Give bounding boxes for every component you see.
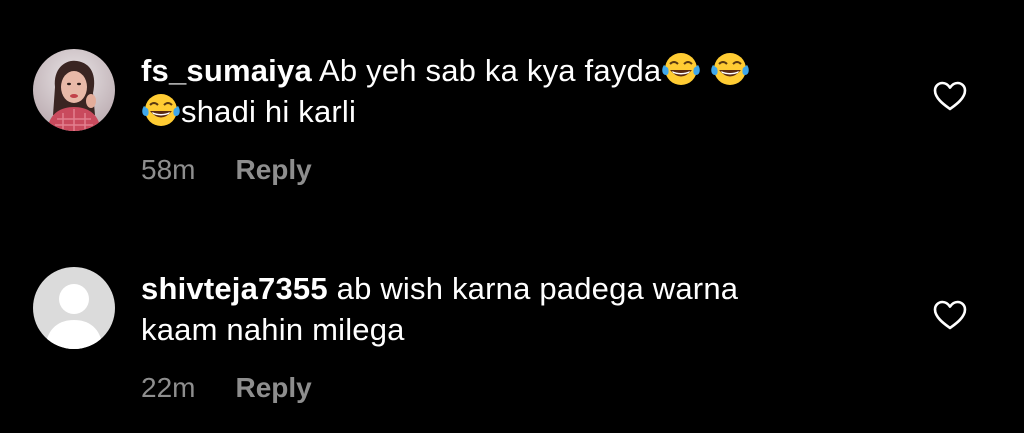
avatar[interactable] [33,267,115,349]
comment-text-part: Ab yeh sab ka kya fayda [319,53,662,88]
comment-text: fs_sumaiya Ab yeh sab ka kya fayda shadi… [141,50,881,132]
comment-text-part: kaam nahin milega [141,312,405,347]
heart-outline-icon [933,81,967,111]
comment-text-part: ab wish karna padega warna [336,271,739,306]
face-with-tears-of-joy-icon [710,51,750,87]
comment-item: shivteja7355 ab wish karna padega warna k… [0,215,1024,433]
comment-timestamp: 22m [141,372,196,403]
comment-item: fs_sumaiya Ab yeh sab ka kya fayda shadi… [0,0,1024,215]
comment-timestamp: 58m [141,154,196,185]
comment-meta: 58m Reply [141,154,312,186]
face-with-tears-of-joy-icon [141,92,181,128]
comment-username[interactable]: fs_sumaiya [141,53,312,88]
like-button[interactable] [932,80,968,112]
like-button[interactable] [932,299,968,331]
comment-meta: 22m Reply [141,372,312,404]
heart-outline-icon [933,300,967,330]
reply-button[interactable]: Reply [235,154,311,186]
comment-text: shivteja7355 ab wish karna padega warna k… [141,268,881,350]
reply-button[interactable]: Reply [235,372,311,404]
profile-photo-image [33,49,115,131]
face-with-tears-of-joy-icon [661,51,701,87]
comment-text-part: shadi hi karli [181,94,357,129]
default-avatar-icon [33,267,115,349]
comment-username[interactable]: shivteja7355 [141,271,328,306]
avatar[interactable] [33,49,115,131]
